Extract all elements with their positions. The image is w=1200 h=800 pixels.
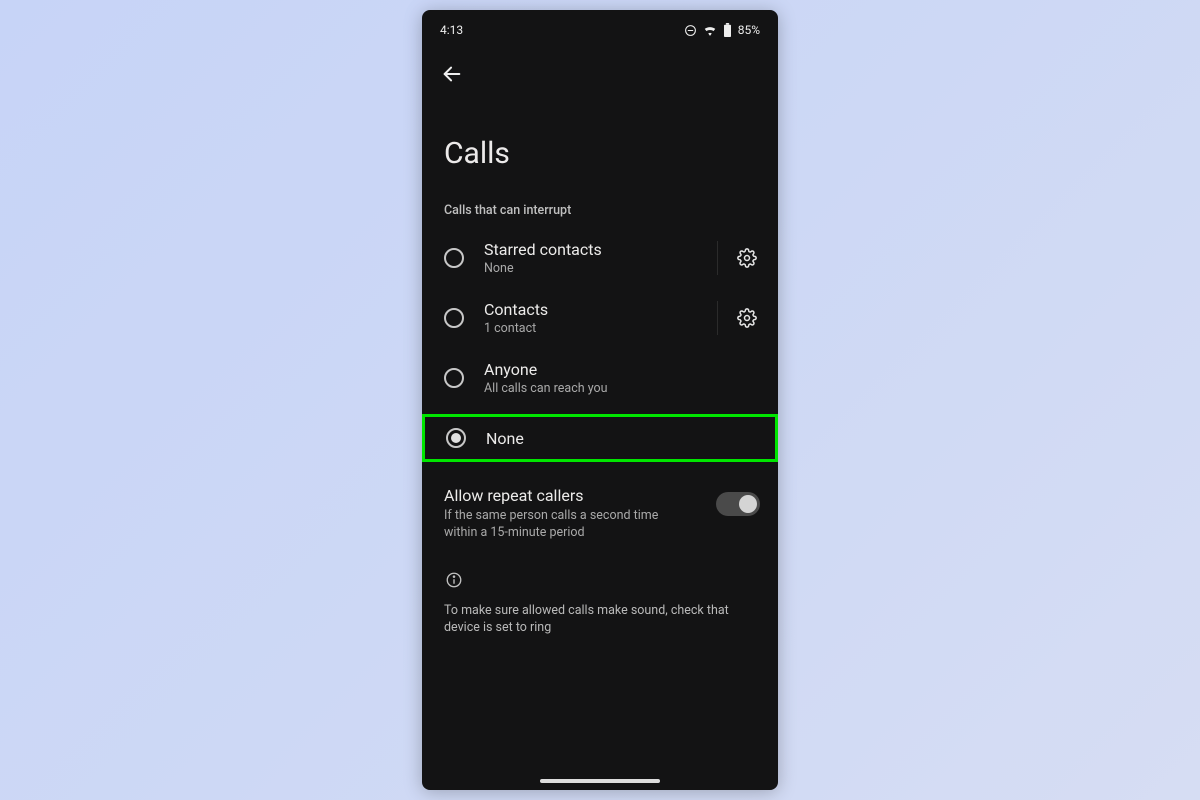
battery-icon: [723, 23, 732, 37]
option-title: Anyone: [484, 360, 764, 379]
radio-icon-selected: [446, 428, 466, 448]
option-starred-contacts[interactable]: Starred contacts None: [422, 228, 778, 288]
option-text: Anyone All calls can reach you: [484, 360, 764, 396]
status-icons: 85%: [684, 23, 760, 37]
toggle-subtitle: If the same person calls a second time w…: [444, 508, 684, 542]
option-settings-divider: [717, 301, 764, 335]
option-text: Starred contacts None: [484, 240, 709, 276]
option-title: Starred contacts: [484, 240, 709, 259]
gear-icon: [737, 308, 757, 328]
option-none[interactable]: None: [424, 414, 776, 462]
status-bar: 4:13 85%: [422, 14, 778, 46]
section-label: Calls that can interrupt: [422, 203, 778, 228]
option-text: Contacts 1 contact: [484, 300, 709, 336]
hint-text: To make sure allowed calls make sound, c…: [422, 596, 778, 637]
option-contacts[interactable]: Contacts 1 contact: [422, 288, 778, 348]
radio-icon: [444, 368, 464, 388]
contacts-settings-button[interactable]: [730, 301, 764, 335]
page-title: Calls: [422, 88, 778, 203]
info-row: [422, 546, 778, 596]
option-title: Contacts: [484, 300, 709, 319]
toggle-text: Allow repeat callers If the same person …: [444, 486, 716, 542]
option-settings-divider: [717, 241, 764, 275]
starred-settings-button[interactable]: [730, 241, 764, 275]
option-text: None: [486, 429, 762, 448]
info-icon: [444, 570, 464, 590]
gear-icon: [737, 248, 757, 268]
option-anyone[interactable]: Anyone All calls can reach you: [422, 348, 778, 408]
app-bar: [422, 46, 778, 88]
option-subtitle: All calls can reach you: [484, 381, 764, 396]
toggle-title: Allow repeat callers: [444, 486, 716, 505]
option-title: None: [486, 429, 762, 448]
status-time: 4:13: [440, 23, 463, 37]
radio-icon: [444, 308, 464, 328]
gesture-bar[interactable]: [540, 779, 660, 783]
dnd-icon: [684, 24, 697, 37]
back-button[interactable]: [438, 60, 466, 88]
repeat-callers-switch[interactable]: [716, 492, 760, 516]
repeat-callers-row[interactable]: Allow repeat callers If the same person …: [422, 470, 778, 546]
battery-percent: 85%: [738, 23, 760, 37]
arrow-left-icon: [441, 63, 463, 85]
phone-frame: 4:13 85% Calls Calls that can interrupt …: [422, 10, 778, 790]
option-subtitle: 1 contact: [484, 321, 709, 336]
option-subtitle: None: [484, 261, 709, 276]
radio-icon: [444, 248, 464, 268]
wifi-icon: [703, 24, 717, 36]
